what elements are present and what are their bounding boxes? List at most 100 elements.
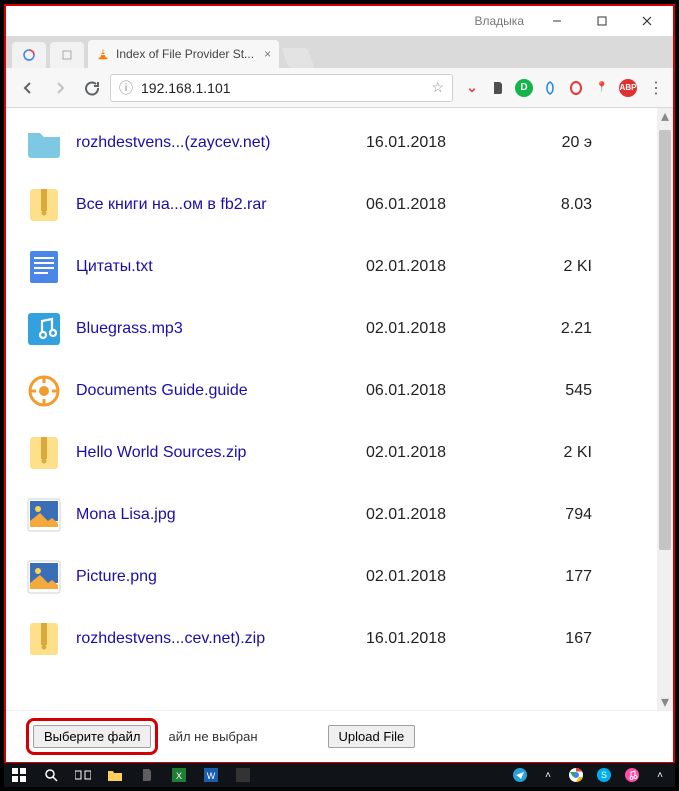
taskbar-explorer-icon[interactable] bbox=[106, 766, 124, 784]
ext-blue-icon[interactable] bbox=[541, 79, 559, 97]
taskbar-evernote-icon[interactable] bbox=[138, 766, 156, 784]
file-date: 16.01.2018 bbox=[366, 630, 536, 648]
file-size: 545 bbox=[536, 382, 596, 400]
svg-text:W: W bbox=[207, 771, 216, 781]
file-link[interactable]: rozhdestvens...(zaycev.net) bbox=[76, 134, 366, 152]
extensions: ⌄ D 📍 ABP bbox=[457, 79, 643, 97]
file-link[interactable]: Bluegrass.mp3 bbox=[76, 320, 366, 338]
address-bar[interactable]: ⓘ 192.168.1.101 ☆ bbox=[110, 74, 453, 102]
file-row: Цитаты.txt02.01.20182 KI bbox=[24, 236, 673, 298]
taskbar-excel-icon[interactable]: X bbox=[170, 766, 188, 784]
ext-green-icon[interactable]: D bbox=[515, 79, 533, 97]
ext-evernote-icon[interactable] bbox=[489, 79, 507, 97]
image-icon bbox=[24, 557, 64, 597]
browser-window: Владыка Index of File Provider St... × ⓘ… bbox=[4, 4, 675, 764]
file-date: 02.01.2018 bbox=[366, 320, 536, 338]
vlc-icon bbox=[96, 47, 110, 61]
file-row: Hello World Sources.zip02.01.20182 KI bbox=[24, 422, 673, 484]
page-content: rozhdestvens...(zaycev.net)16.01.201820 … bbox=[6, 108, 673, 710]
upload-footer: Выберите файл айл не выбран Upload File bbox=[6, 710, 673, 762]
zip-icon bbox=[24, 185, 64, 225]
zip-icon bbox=[24, 433, 64, 473]
scroll-up-icon[interactable]: ▴ bbox=[657, 108, 673, 124]
maximize-button[interactable] bbox=[579, 7, 624, 35]
folder-icon bbox=[24, 123, 64, 163]
file-date: 02.01.2018 bbox=[366, 568, 536, 586]
image-icon bbox=[24, 495, 64, 535]
file-date: 02.01.2018 bbox=[366, 258, 536, 276]
scroll-down-icon[interactable]: ▾ bbox=[657, 694, 673, 710]
tab-active[interactable]: Index of File Provider St... × bbox=[88, 40, 279, 68]
tray-up2-icon[interactable]: ˄ bbox=[651, 766, 669, 784]
bookmark-star-icon[interactable]: ☆ bbox=[431, 79, 444, 96]
minimize-button[interactable] bbox=[534, 7, 579, 35]
tab-ghost-2[interactable] bbox=[50, 42, 84, 68]
tab-close-icon[interactable]: × bbox=[264, 47, 271, 61]
system-tray: ˄ S ˄ bbox=[511, 766, 669, 784]
file-size: 794 bbox=[536, 506, 596, 524]
back-button[interactable] bbox=[14, 74, 42, 102]
file-row: rozhdestvens...cev.net).zip16.01.2018167 bbox=[24, 608, 673, 670]
ext-abp-icon[interactable]: ABP bbox=[619, 79, 637, 97]
window-titlebar: Владыка bbox=[6, 6, 673, 36]
scrollbar[interactable]: ▴ ▾ bbox=[657, 108, 673, 710]
windows-taskbar: X W ˄ S ˄ bbox=[4, 763, 675, 787]
file-date: 06.01.2018 bbox=[366, 382, 536, 400]
file-date: 02.01.2018 bbox=[366, 506, 536, 524]
scrollbar-thumb[interactable] bbox=[659, 130, 671, 550]
zip-icon bbox=[24, 619, 64, 659]
file-link[interactable]: Picture.png bbox=[76, 568, 366, 586]
taskbar-app-icon[interactable] bbox=[234, 766, 252, 784]
txt-icon bbox=[24, 247, 64, 287]
file-link[interactable]: rozhdestvens...cev.net).zip bbox=[76, 630, 366, 648]
file-date: 06.01.2018 bbox=[366, 196, 536, 214]
tray-itunes-icon[interactable] bbox=[623, 766, 641, 784]
file-link[interactable]: Mona Lisa.jpg bbox=[76, 506, 366, 524]
tray-telegram-icon[interactable] bbox=[511, 766, 529, 784]
ext-pocket-icon[interactable]: ⌄ bbox=[463, 79, 481, 97]
close-window-button[interactable] bbox=[624, 7, 669, 35]
profile-name: Владыка bbox=[475, 14, 525, 28]
svg-text:X: X bbox=[176, 771, 182, 781]
browser-menu-button[interactable]: ⋮ bbox=[647, 78, 665, 98]
tray-chrome-icon[interactable] bbox=[567, 766, 585, 784]
file-link[interactable]: Documents Guide.guide bbox=[76, 382, 366, 400]
file-row: Все книги на...ом в fb2.rar06.01.20188.0… bbox=[24, 174, 673, 236]
upload-file-button[interactable]: Upload File bbox=[328, 725, 416, 748]
file-row: Picture.png02.01.2018177 bbox=[24, 546, 673, 608]
start-button[interactable] bbox=[10, 766, 28, 784]
search-icon[interactable] bbox=[42, 766, 60, 784]
task-view-icon[interactable] bbox=[74, 766, 92, 784]
url-text: 192.168.1.101 bbox=[141, 80, 423, 96]
toolbar: ⓘ 192.168.1.101 ☆ ⌄ D 📍 ABP ⋮ bbox=[6, 68, 673, 108]
highlight-annotation: Выберите файл bbox=[26, 718, 158, 755]
ext-opera-icon[interactable] bbox=[567, 79, 585, 97]
tab-title: Index of File Provider St... bbox=[116, 47, 254, 61]
file-date: 16.01.2018 bbox=[366, 134, 536, 152]
choose-file-button[interactable]: Выберите файл bbox=[33, 725, 151, 748]
file-size: 2.21 bbox=[536, 320, 596, 338]
tab-ghost-1[interactable] bbox=[12, 42, 46, 68]
taskbar-word-icon[interactable]: W bbox=[202, 766, 220, 784]
file-size: 20 э bbox=[536, 134, 596, 152]
site-info-icon[interactable]: ⓘ bbox=[119, 78, 133, 98]
file-size: 2 KI bbox=[536, 444, 596, 462]
audio-icon bbox=[24, 309, 64, 349]
file-row: Bluegrass.mp302.01.20182.21 bbox=[24, 298, 673, 360]
forward-button[interactable] bbox=[46, 74, 74, 102]
file-size: 177 bbox=[536, 568, 596, 586]
file-row: rozhdestvens...(zaycev.net)16.01.201820 … bbox=[24, 112, 673, 174]
guide-icon bbox=[24, 371, 64, 411]
reload-button[interactable] bbox=[78, 74, 106, 102]
file-link[interactable]: Hello World Sources.zip bbox=[76, 444, 366, 462]
file-size: 167 bbox=[536, 630, 596, 648]
file-link[interactable]: Цитаты.txt bbox=[76, 258, 366, 276]
tray-up-icon[interactable]: ˄ bbox=[539, 766, 557, 784]
file-link[interactable]: Все книги на...ом в fb2.rar bbox=[76, 196, 366, 214]
ext-pin-icon[interactable]: 📍 bbox=[593, 79, 611, 97]
tray-skype-icon[interactable]: S bbox=[595, 766, 613, 784]
file-date: 02.01.2018 bbox=[366, 444, 536, 462]
file-size: 2 KI bbox=[536, 258, 596, 276]
new-tab-button[interactable] bbox=[281, 48, 314, 68]
file-size: 8.03 bbox=[536, 196, 596, 214]
